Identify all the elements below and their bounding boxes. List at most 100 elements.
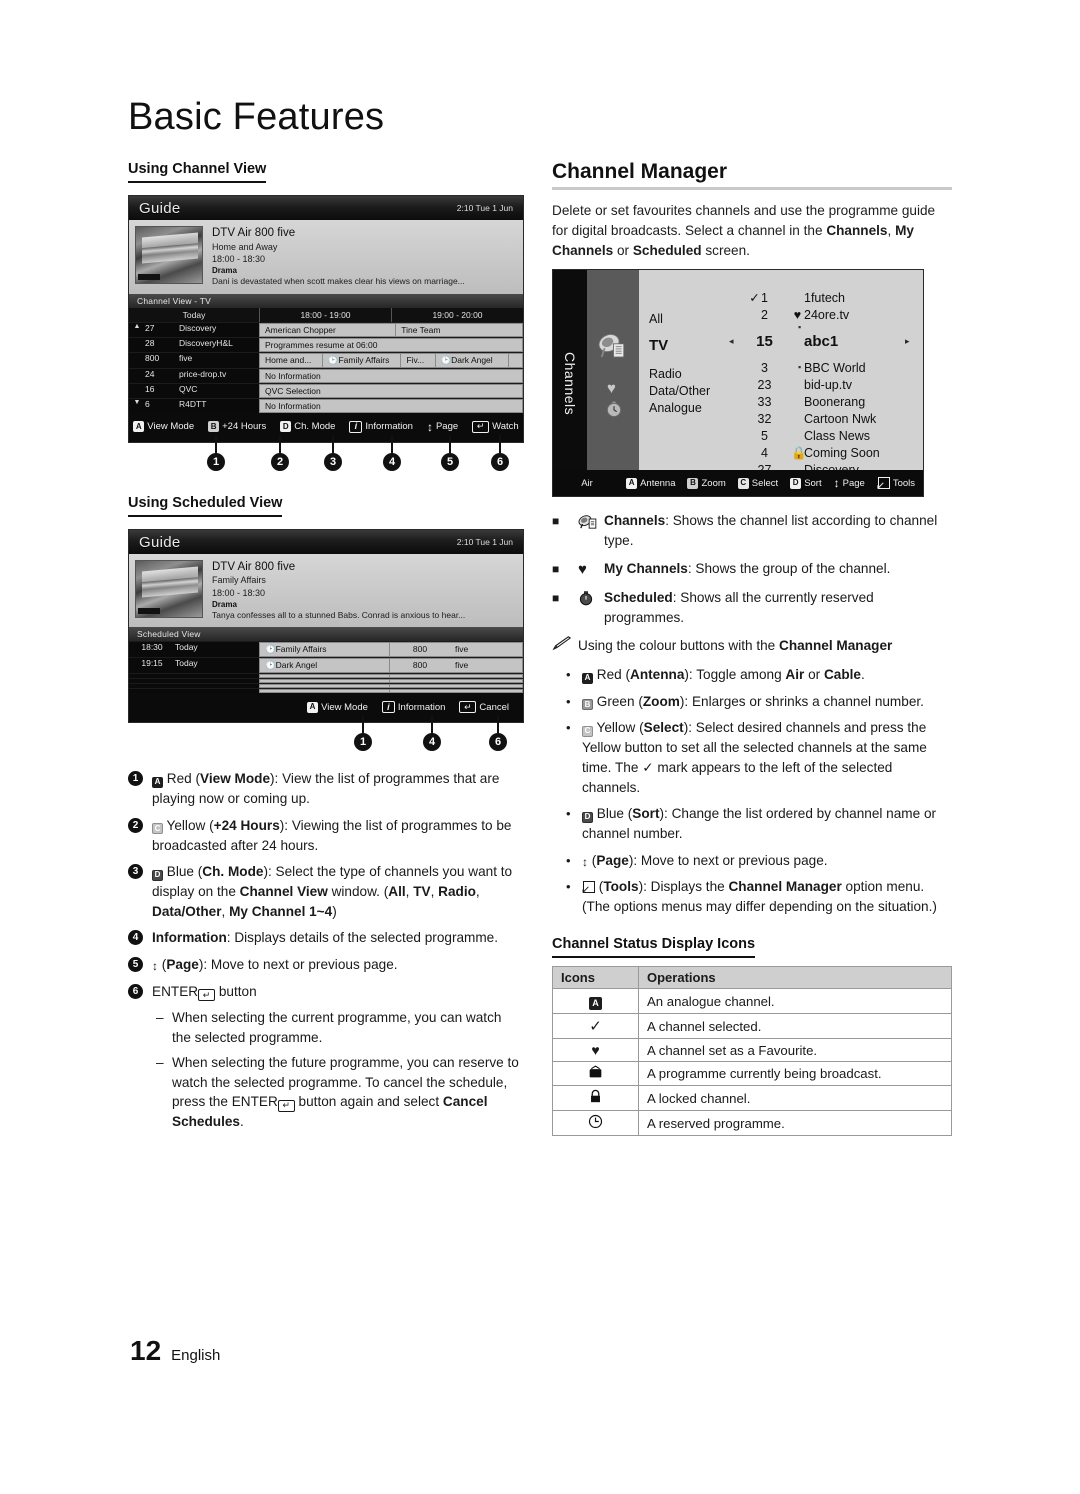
channel-name-cell[interactable]: 1futech — [791, 290, 845, 307]
footer-key--24-hours[interactable]: B +24 Hours — [208, 421, 266, 433]
scheduled-programme[interactable] — [260, 690, 390, 693]
scroll-arrow-icon[interactable]: ▼ — [129, 399, 145, 413]
programme-cell[interactable]: QVC Selection — [260, 385, 522, 397]
tools-key-icon — [876, 477, 890, 492]
channel-name-cell[interactable]: bid-up.tv — [791, 377, 852, 394]
footer-key-page[interactable]: ↕ Page — [427, 421, 458, 433]
table-row[interactable]: 19:15 Today 🕑Dark Angel 800 five — [129, 657, 523, 674]
footer-key-ch-mode[interactable]: D Ch. Mode — [280, 421, 335, 433]
footer-key-cancel[interactable]: ↵ Cancel — [459, 701, 509, 714]
cm-footer-key-antenna[interactable]: A Antenna — [626, 477, 675, 489]
info-description-2: Tanya confesses all to a stunned Babs. C… — [212, 609, 466, 620]
table-row[interactable] — [129, 683, 523, 689]
colour-button-text: D Blue (Sort): Change the list ordered b… — [582, 806, 937, 841]
b-colour-key-icon: B — [687, 477, 699, 489]
channel-number-cell[interactable]: ✓1 — [735, 290, 781, 307]
colour-button-red: • A Red (Antenna): Toggle among Air or Ca… — [566, 665, 952, 685]
scheduled-day: Today — [175, 642, 198, 653]
colour-button-text: A Red (Antenna): Toggle among Air or Cab… — [582, 665, 952, 685]
table-row: A locked channel. — [552, 1085, 952, 1112]
scheduled-view-screenshot: Guide 2:10 Tue 1 Jun DTV Air 800 five Fa… — [128, 529, 524, 724]
cm-footer-key-zoom[interactable]: B Zoom — [687, 477, 726, 489]
d-colour-key-icon: D — [790, 477, 802, 489]
programme-cell[interactable]: Programmes resume at 06:00 — [260, 339, 522, 351]
channel-manager-footer-keys: AAntenna BZoom CSelect DSort ↕Page Tools — [625, 477, 915, 492]
status-operation-cell: A programme currently being broadcast. — [638, 1061, 952, 1087]
channel-number: 28 — [145, 337, 155, 348]
scheduled-programme[interactable]: 🕑Family Affairs — [260, 643, 390, 657]
footer-key-view-mode[interactable]: A View Mode — [307, 701, 368, 713]
table-row[interactable]: ▼ 6 R4DTT No Information — [129, 397, 523, 413]
channel-number-cell[interactable]: 3 — [735, 360, 781, 377]
bullet-dot-tools: • — [566, 879, 571, 895]
scroll-arrow-icon[interactable] — [129, 384, 145, 398]
table-row[interactable]: 28 DiscoveryH&L Programmes resume at 06:00 — [129, 336, 523, 352]
scheduled-programme[interactable] — [260, 675, 390, 678]
programme-cell[interactable]: No Information — [260, 370, 522, 382]
scheduled-day: Today — [175, 658, 198, 669]
numbered-instructions: 1A Red (View Mode): View the list of pro… — [128, 769, 524, 1131]
channel-name-cell[interactable]: Boonerang — [791, 394, 865, 411]
scheduled-programme[interactable] — [260, 680, 390, 683]
channel-type-analogue[interactable]: Analogue — [649, 400, 702, 417]
table-row[interactable] — [129, 688, 523, 694]
tools-button-bullet: • (Tools): Displays the Channel Manager … — [566, 877, 952, 916]
channel-type-data-other[interactable]: Data/Other — [649, 383, 710, 400]
table-row[interactable]: 800 five Home and... 🕑Family Affairs Fiv... 🕑… — [129, 351, 523, 368]
programme-cell[interactable]: 🕑Family Affairs — [323, 353, 402, 367]
table-row[interactable] — [129, 673, 523, 679]
table-row[interactable]: 18:30 Today 🕑Family Affairs 800 five — [129, 641, 523, 658]
scheduled-programme[interactable] — [260, 685, 390, 688]
channel-number-cell[interactable]: 5 — [735, 428, 781, 445]
b-colour-key-icon: B — [582, 699, 593, 711]
scroll-arrow-icon[interactable]: ▲ — [129, 323, 145, 337]
callout-stem — [431, 715, 433, 734]
channel-type-all[interactable]: All — [649, 311, 663, 328]
channel-number-cell[interactable]: 15 — [735, 324, 781, 360]
channel-type-radio[interactable]: Radio — [649, 366, 682, 383]
info-channel-2: DTV Air 800 five — [212, 561, 296, 574]
channel-number-cell[interactable]: 2 — [735, 307, 781, 324]
status-icon-cell — [552, 1085, 639, 1112]
channel-type-tv[interactable]: TV — [649, 328, 668, 364]
table-row[interactable]: ▲ 27 Discovery American Chopper Tine Team — [129, 321, 523, 337]
heading-channel-status-icons: Channel Status Display Icons — [552, 936, 756, 959]
table-row[interactable] — [129, 678, 523, 684]
table-row[interactable]: 24 price-drop.tv No Information — [129, 367, 523, 383]
info-programme-2: Family Affairs — [212, 575, 266, 586]
channel-number-cell[interactable]: 32 — [735, 411, 781, 428]
left-arrow-icon[interactable]: ◂ — [729, 336, 734, 347]
cm-footer-key-select[interactable]: C Select — [737, 477, 778, 489]
programme-cell[interactable] — [509, 354, 522, 367]
item-number-badge: 6 — [128, 982, 152, 1002]
channel-number-cell[interactable]: 4 — [735, 445, 781, 462]
programme-cell[interactable]: American Chopper — [260, 323, 397, 336]
channel-name-cell[interactable]: BBC World — [791, 360, 866, 377]
cm-footer-key-tools[interactable]: Tools — [876, 477, 915, 492]
channel-number-cell[interactable]: 33 — [735, 394, 781, 411]
programme-cell[interactable]: Fiv... — [401, 353, 436, 367]
scroll-arrow-icon[interactable] — [129, 369, 145, 383]
channel-name-cell[interactable]: 🔒Coming Soon — [791, 445, 880, 462]
status-icon-cell: ♥ — [552, 1038, 639, 1063]
footer-key-view-mode[interactable]: A View Mode — [133, 421, 194, 433]
footer-key-information[interactable]: i Information — [381, 701, 445, 714]
channel-name-cell[interactable]: Class News — [791, 428, 870, 445]
programme-cell[interactable]: Tine Team — [396, 324, 522, 336]
channel-name-cell[interactable]: Cartoon Nwk — [791, 411, 876, 428]
d-colour-key-icon: D — [152, 869, 163, 881]
footer-key-information[interactable]: i Information — [349, 420, 413, 433]
table-row[interactable]: 16 QVC QVC Selection — [129, 382, 523, 398]
bullet-text: Scheduled: Shows all the currently reser… — [604, 590, 874, 626]
scroll-arrow-icon[interactable] — [129, 353, 145, 368]
programme-cell[interactable]: Home and... — [260, 353, 323, 367]
programme-cell[interactable]: No Information — [260, 400, 522, 412]
right-arrow-icon[interactable]: ▸ — [905, 336, 910, 347]
footer-key-watch[interactable]: ↵ Watch — [472, 420, 519, 433]
cm-footer-key-sort[interactable]: D Sort — [790, 477, 822, 489]
scheduled-programme[interactable]: 🕑Dark Angel — [260, 659, 390, 673]
channel-number-cell[interactable]: 23 — [735, 377, 781, 394]
scroll-arrow-icon[interactable] — [129, 338, 145, 352]
programme-cell[interactable]: 🕑Dark Angel — [436, 353, 509, 367]
cm-footer-key-page[interactable]: ↕ Page — [834, 477, 865, 489]
